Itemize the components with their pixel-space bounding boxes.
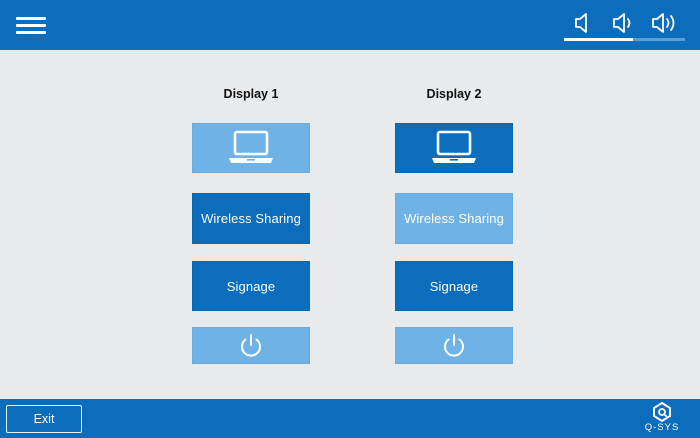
display-1-power-button[interactable] [192,327,310,364]
top-bar [0,0,700,50]
signage-label: Signage [429,278,479,294]
hamburger-menu-icon [16,17,46,20]
display-2-signage-button[interactable]: Signage [395,261,513,311]
display-1-title: Display 1 [223,87,279,101]
volume-low-icon [575,13,587,33]
volume-high-icon [652,13,675,33]
volume-level-fill [564,38,633,41]
power-icon [241,333,261,357]
volume-up-button[interactable] [650,10,680,36]
display-2-power-button[interactable] [395,327,513,364]
volume-down-button[interactable] [573,10,593,36]
display-2-laptop-button[interactable] [395,123,513,173]
menu-button[interactable] [14,14,48,36]
laptop-icon [229,130,273,163]
power-icon [444,333,464,357]
volume-slider[interactable] [564,38,685,41]
wireless-sharing-label: Wireless Sharing [404,211,504,226]
display-2-wireless-sharing-button[interactable]: Wireless Sharing [395,193,513,244]
qsys-logo: Q-SYS [632,401,692,436]
display-1-laptop-button[interactable] [192,123,310,173]
exit-button[interactable]: Exit [6,405,82,433]
qsys-logo-icon [653,401,671,423]
wireless-sharing-label: Wireless Sharing [201,211,301,226]
laptop-icon [432,130,476,163]
display-2-title: Display 2 [426,87,482,101]
volume-mid-icon [613,13,631,33]
hamburger-line [16,31,46,34]
hamburger-line [16,24,46,27]
volume-mute-button[interactable] [611,10,635,36]
signage-label: Signage [226,278,276,294]
display-1-signage-button[interactable]: Signage [192,261,310,311]
bottom-bar: Exit Q-SYS [0,399,700,438]
qsys-logo-text: Q-SYS [644,422,680,433]
display-1-wireless-sharing-button[interactable]: Wireless Sharing [192,193,310,244]
